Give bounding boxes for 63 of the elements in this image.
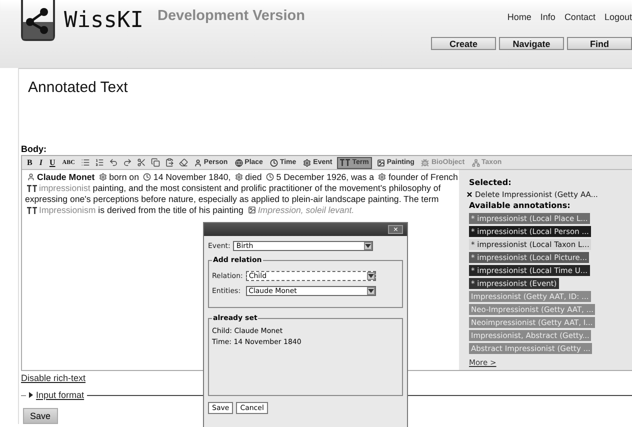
term-icon bbox=[27, 185, 37, 192]
caret-icon bbox=[365, 244, 372, 248]
close-button[interactable]: × bbox=[388, 225, 403, 234]
copy-icon[interactable] bbox=[150, 158, 161, 167]
logo-icon bbox=[20, 0, 56, 42]
cut-icon[interactable] bbox=[136, 158, 147, 167]
hierarchy-icon bbox=[472, 158, 480, 166]
gear-icon bbox=[378, 173, 386, 181]
nav-button[interactable]: Navigate bbox=[499, 37, 564, 50]
nav-link[interactable]: Logout bbox=[604, 12, 632, 22]
body-text: painting, and the most consistent and prolific practitioner of the movement's philosophy of bbox=[92, 183, 441, 193]
annotated-text: Impressionism bbox=[39, 205, 96, 215]
caret-icon bbox=[368, 289, 374, 293]
redo-icon[interactable] bbox=[122, 158, 133, 167]
site-name: WissKI bbox=[64, 8, 144, 33]
delete-icon[interactable] bbox=[466, 191, 473, 198]
nav-button[interactable]: Create bbox=[431, 37, 496, 50]
disable-rich-text-link[interactable]: Disable rich-text bbox=[21, 373, 86, 383]
gear-icon bbox=[99, 173, 108, 181]
annotated-text: founder of French bbox=[388, 172, 458, 182]
term-icon bbox=[340, 159, 350, 166]
save-button[interactable]: Save bbox=[23, 408, 58, 424]
caret-icon bbox=[368, 274, 374, 278]
input-format-link[interactable]: Input format bbox=[36, 390, 84, 400]
annotated-text: 5 December 1926, was a bbox=[276, 172, 374, 182]
annotated-text: 14 November 1840, bbox=[153, 172, 231, 182]
page-title: Annotated Text bbox=[28, 79, 129, 98]
annotated-text: born on bbox=[109, 172, 139, 182]
site-subtitle: Development Version bbox=[157, 8, 305, 24]
nav-link[interactable]: Info bbox=[540, 12, 556, 22]
panel-heading: Selected: bbox=[469, 178, 512, 187]
format-button[interactable]: I bbox=[37, 158, 44, 167]
picture-icon bbox=[248, 206, 256, 214]
term-icon bbox=[27, 207, 37, 214]
bug-icon bbox=[421, 158, 430, 166]
nav-button[interactable]: Find bbox=[567, 37, 632, 50]
format-button[interactable]: U bbox=[47, 158, 58, 167]
globe-icon bbox=[234, 158, 243, 166]
expand-arrow-icon[interactable] bbox=[29, 392, 34, 398]
clock-icon bbox=[266, 173, 274, 181]
panel-heading: Available annotations: bbox=[469, 201, 572, 210]
nav-link[interactable]: Contact bbox=[564, 12, 596, 22]
body-text: expressing one's perceptions before nature, especially as applied to plein-air landscape painting. The term bbox=[25, 194, 439, 204]
body-text: is derived from the title of his painting bbox=[98, 205, 244, 215]
field-label: Body: bbox=[21, 144, 48, 154]
paste-icon[interactable] bbox=[164, 158, 175, 167]
annotated-text: died bbox=[245, 172, 262, 182]
format-button[interactable]: B bbox=[25, 158, 34, 167]
person-icon bbox=[27, 173, 35, 181]
annotated-text: Claude Monet bbox=[37, 172, 95, 182]
annotated-text: impressionist bbox=[39, 183, 90, 193]
picture-icon bbox=[376, 158, 385, 166]
person-icon bbox=[194, 158, 202, 166]
undo-icon[interactable] bbox=[108, 158, 119, 167]
eraser-icon[interactable] bbox=[178, 158, 189, 167]
gear-icon bbox=[303, 158, 312, 166]
toggle-text: – bbox=[21, 390, 26, 400]
clock-icon bbox=[270, 158, 278, 166]
annotated-text: Impression, soleil levant. bbox=[258, 205, 354, 215]
gear-icon bbox=[235, 173, 244, 181]
clock-icon bbox=[143, 173, 152, 181]
nav-link[interactable]: Home bbox=[507, 12, 532, 22]
numbered-list-icon[interactable] bbox=[94, 158, 105, 167]
